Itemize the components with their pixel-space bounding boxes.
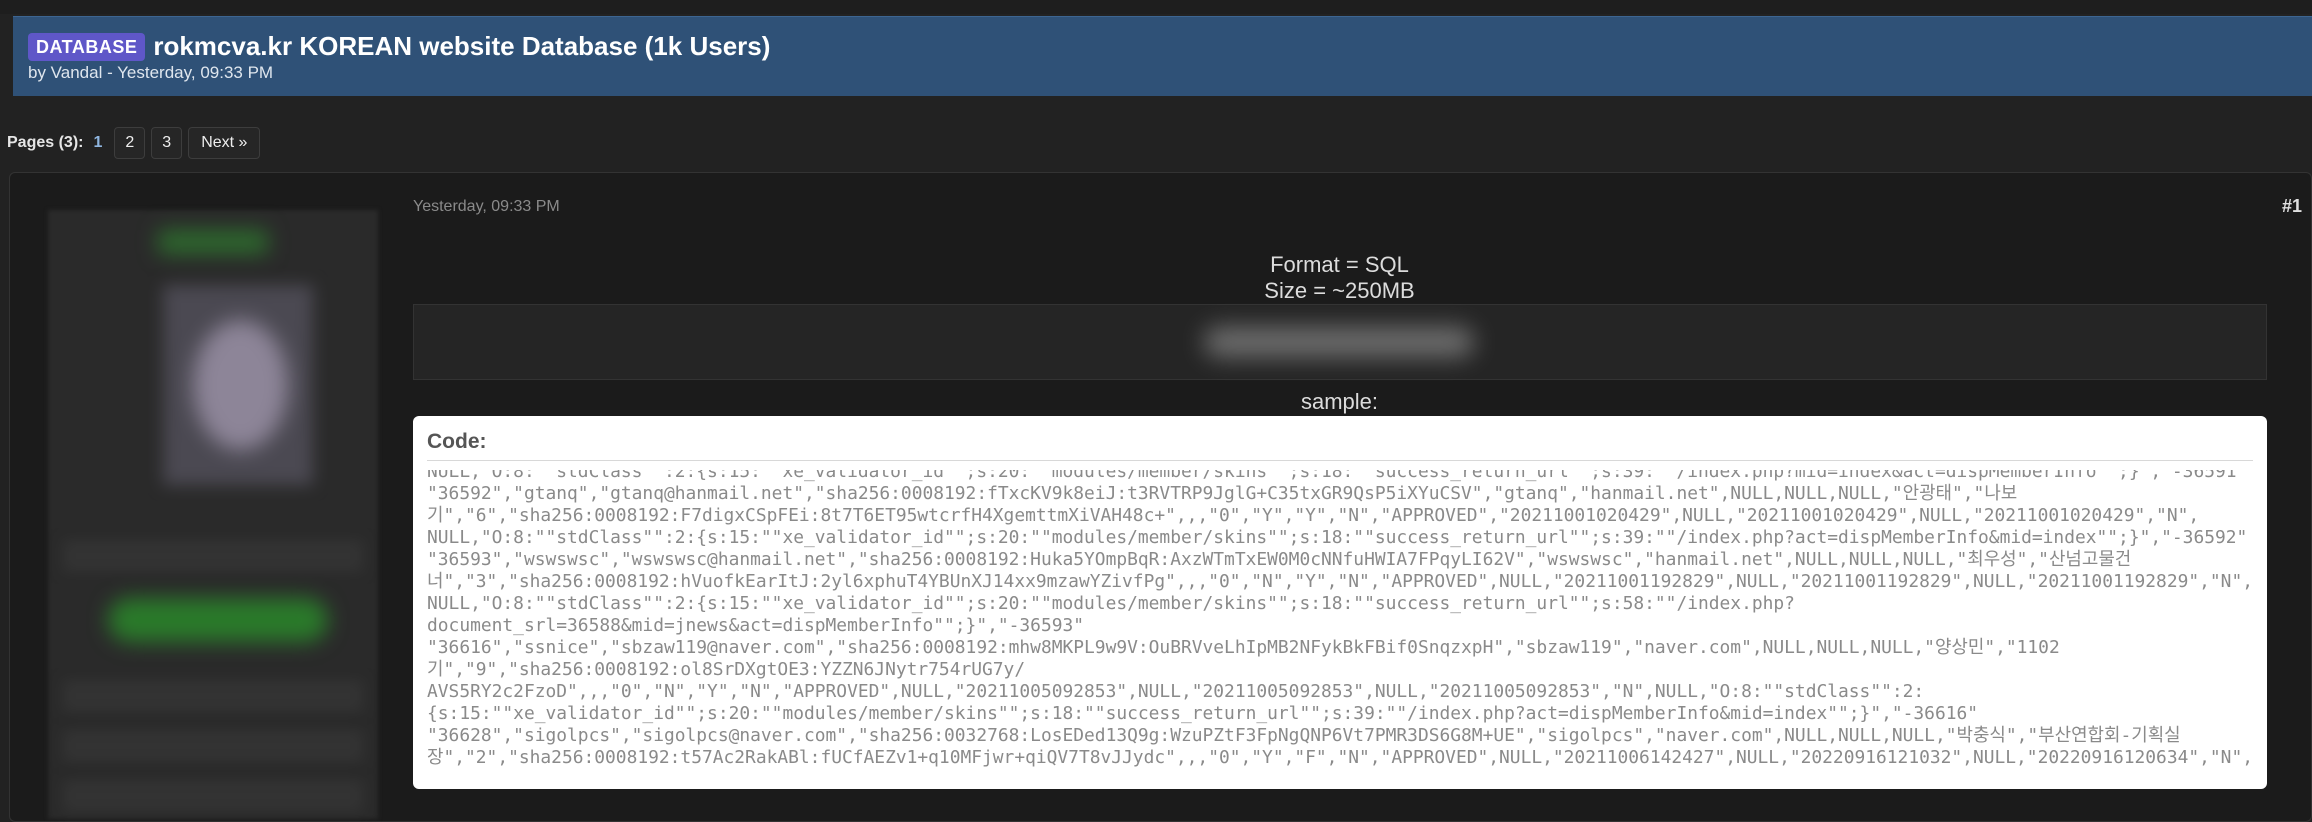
author-reputation-bar: [108, 598, 328, 642]
post-author-sidebar: [48, 210, 378, 819]
code-line: NULL,"O:8:""stdClass"":2:{s:15:""xe_vali…: [427, 527, 2248, 548]
pagination: Pages (3): 1 2 3 Next »: [7, 127, 266, 159]
pages-label: Pages (3):: [7, 134, 84, 151]
prefix-badge[interactable]: Database: [28, 32, 146, 61]
code-line: "36592","gtanq","gtanq@hanmail.net","sha…: [427, 483, 2018, 504]
next-page-button[interactable]: Next »: [188, 127, 261, 159]
hidden-content-blur: [1204, 327, 1474, 357]
author-info-row: [63, 780, 363, 812]
hidden-content-box: [413, 304, 2267, 380]
post-format-line: Format = SQL: [1270, 252, 1409, 277]
code-line: 기","6","sha256:0008192:F7digxCSpFEi:8t7T…: [427, 505, 2200, 526]
sample-label: sample:: [1300, 389, 1379, 414]
code-line: NULL,"O:8:""stdClass"":2:{s:15:""xe_vali…: [427, 593, 1795, 614]
avatar-image: [193, 320, 288, 450]
code-line: document_srl=36588&mid=jnews&act=dispMem…: [427, 615, 1085, 636]
thread-title: rokmcva.kr KOREAN website Database (1k U…: [153, 31, 771, 61]
code-line: NULL,"O:8:""stdClass"":2:{s:15:""xe_vali…: [427, 470, 2248, 482]
post-size-line: Size = ~250MB: [1264, 278, 1415, 303]
author-info-row: [63, 540, 363, 572]
top-strip: [0, 0, 2312, 14]
code-line: "36616","ssnice","sbzaw119@naver.com","s…: [427, 637, 2060, 658]
thread-header: Database rokmcva.kr KOREAN website Datab…: [13, 16, 2312, 96]
thread-byline: by Vandal - Yesterday, 09:33 PM: [28, 63, 274, 82]
page-link-2[interactable]: 2: [114, 127, 146, 159]
page-link-3[interactable]: 3: [151, 127, 183, 159]
code-line: "36593","wswswsc","wswswsc@hanmail.net",…: [427, 549, 2132, 570]
code-line: {s:15:""xe_validator_id"";s:20:""modules…: [427, 703, 1979, 724]
code-line: 기","9","sha256:0008192:ol8SrDXgtOE3:YZZN…: [427, 659, 1026, 680]
code-line: 장","2","sha256:0008192:t57Ac2RakABl:fUCf…: [427, 747, 2253, 768]
author-info-row: [63, 730, 363, 762]
page-current: 1: [93, 134, 103, 151]
author-usertitle: [158, 230, 268, 254]
thread-title-line: Database rokmcva.kr KOREAN website Datab…: [28, 31, 770, 62]
post-date: Yesterday, 09:33 PM: [413, 198, 560, 215]
code-content[interactable]: NULL,"O:8:""stdClass"":2:{s:15:""xe_vali…: [427, 470, 2253, 785]
code-line: "36628","sigolpcs","sigolpcs@naver.com",…: [427, 725, 2181, 746]
post-number[interactable]: #1: [2282, 196, 2302, 217]
code-line: 너","3","sha256:0008192:hVuofkEarItJ:2yl6…: [427, 571, 2253, 592]
code-line: AVS5RY2c2FzoD",,,"0","N","Y","N","APPROV…: [427, 681, 1925, 702]
code-block: Code: NULL,"O:8:""stdClass"":2:{s:15:""x…: [413, 416, 2267, 789]
code-label: Code:: [427, 430, 2253, 461]
author-info-row: [63, 680, 363, 712]
